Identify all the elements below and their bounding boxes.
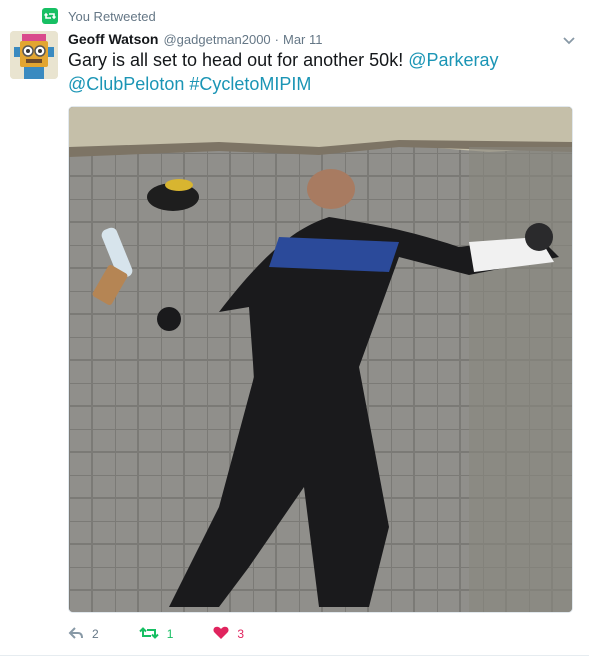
mention-link[interactable]: @Parkeray (408, 50, 498, 70)
retweet-icon (138, 626, 159, 643)
tweet-text-lead: Gary is all set to head out for another … (68, 50, 404, 70)
retweet-button[interactable]: 1 (138, 626, 174, 643)
reply-button[interactable]: 2 (68, 626, 99, 643)
timestamp[interactable]: Mar 11 (283, 32, 323, 47)
tweet-actions: 2 1 3 (68, 624, 284, 644)
reply-icon (68, 626, 84, 643)
tweet-header: Geoff Watson @gadgetman2000 · Mar 11 (68, 30, 589, 48)
like-button[interactable]: 3 (213, 626, 244, 643)
retweet-banner: You Retweeted (42, 7, 156, 25)
retweet-label: You Retweeted (68, 8, 156, 24)
retweet-count: 1 (166, 627, 174, 641)
author-name[interactable]: Geoff Watson (68, 31, 158, 47)
author-handle[interactable]: @gadgetman2000 (163, 32, 270, 47)
heart-icon (213, 626, 229, 643)
hashtag-link[interactable]: #CycletoMIPIM (189, 74, 311, 94)
reply-count: 2 (92, 627, 99, 641)
tweet-photo[interactable] (68, 106, 573, 613)
retweet-icon (42, 8, 58, 24)
photo-cyclist-resting (69, 107, 572, 612)
separator: · (274, 31, 279, 47)
like-count: 3 (237, 627, 245, 641)
avatar[interactable] (10, 31, 58, 79)
mention-link[interactable]: @ClubPeloton (68, 74, 184, 94)
tweet-text: Gary is all set to head out for another … (68, 48, 568, 96)
